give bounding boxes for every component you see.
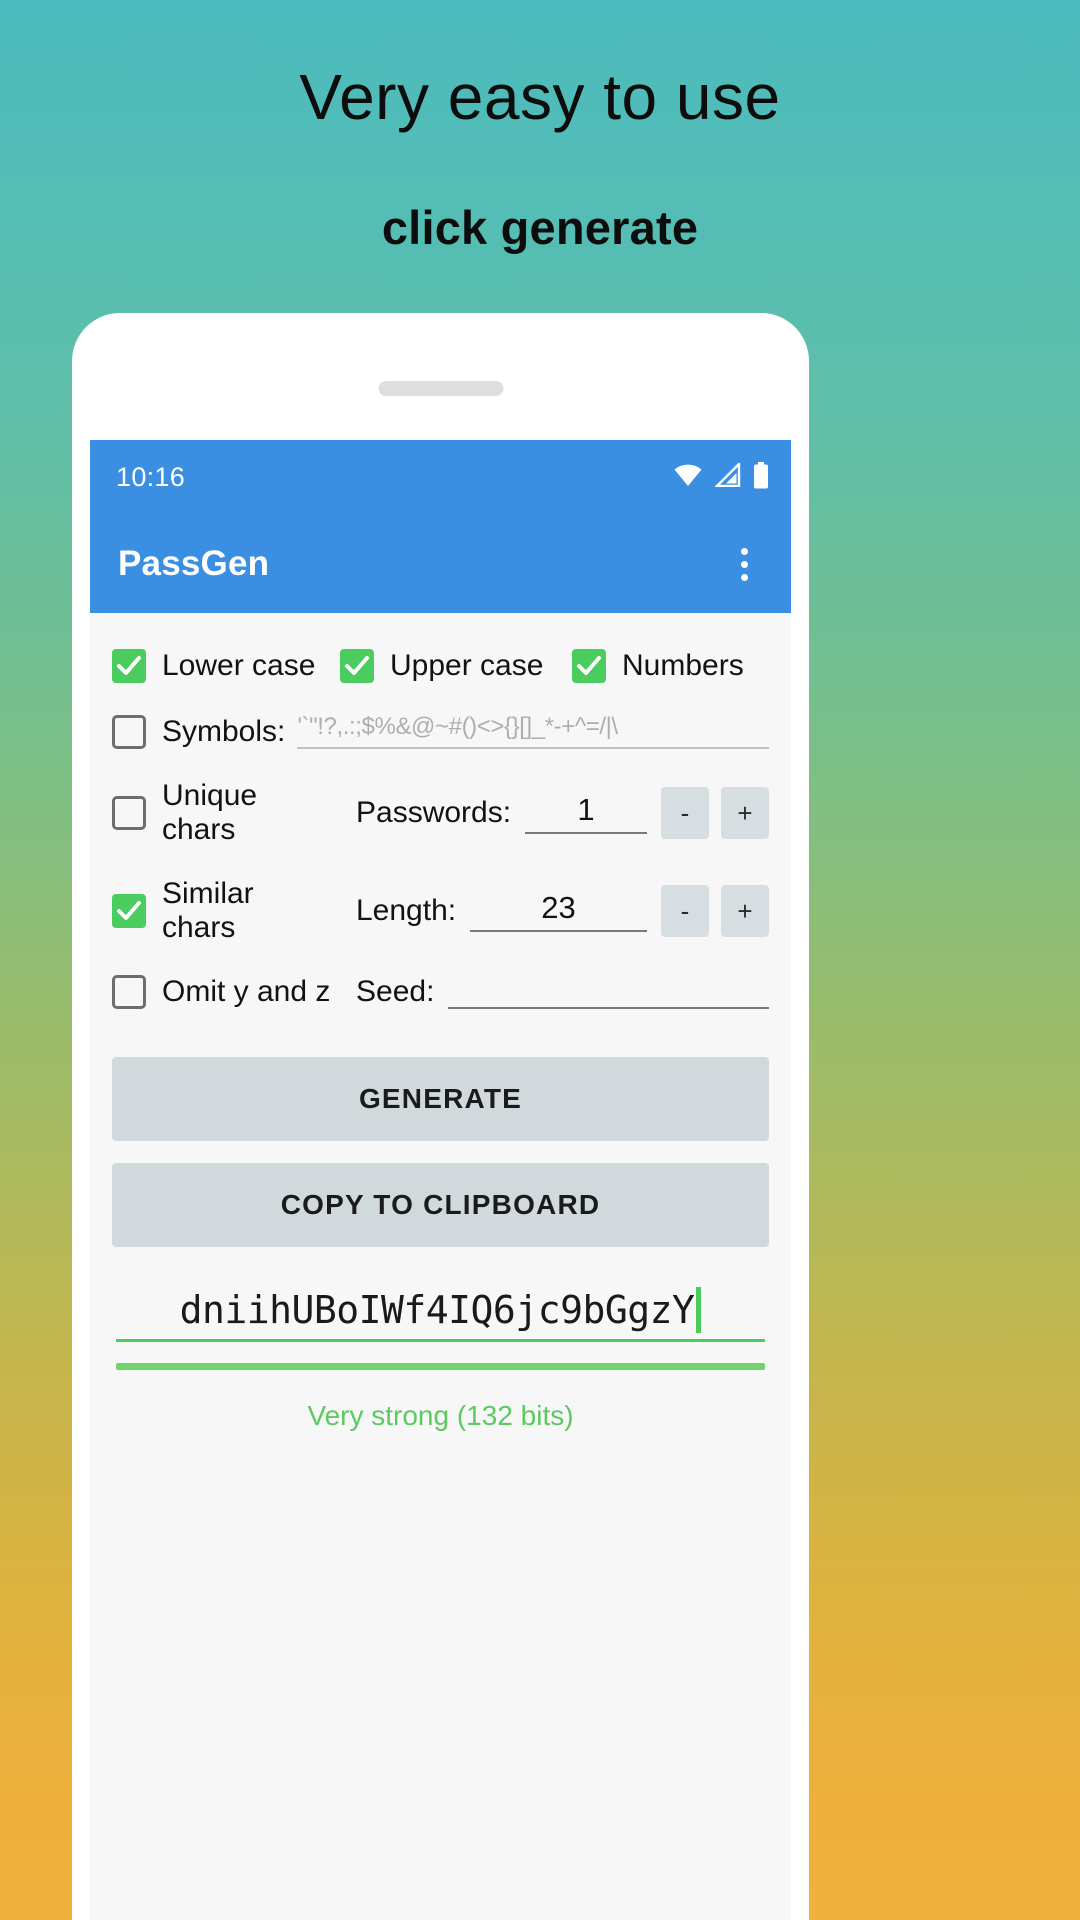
- length-increment-button[interactable]: +: [721, 885, 769, 937]
- length-input-value: 23: [541, 890, 576, 925]
- passwords-input-value: 1: [577, 792, 595, 827]
- checkbox-unique-chars-label: Unique chars: [162, 779, 258, 846]
- checkbox-omit-yz-label: Omit y and z: [162, 975, 331, 1008]
- checkbox-numbers-box[interactable]: [572, 649, 606, 683]
- phone-mockup: 10:16 PassGen Lower case Upper case Numb…: [72, 313, 809, 1920]
- password-result-area: dniihUBoIWf4IQ6jc9bGgzY Very strong (132…: [112, 1287, 769, 1432]
- length-stepper: - +: [661, 885, 769, 937]
- app-content: Lower case Upper case Numbers Symbols: '…: [90, 649, 791, 1920]
- checkbox-symbols-box[interactable]: [112, 715, 146, 749]
- promo-headline: Very easy to use: [299, 61, 781, 133]
- passwords-decrement-button[interactable]: -: [661, 787, 709, 839]
- checkbox-upper-case[interactable]: Upper case: [340, 649, 572, 683]
- status-bar: 10:16: [90, 440, 791, 515]
- passwords-count-row: Unique chars Passwords: 1 - +: [112, 779, 769, 847]
- symbols-input[interactable]: '`"!?,.:;$%&@~#()<>{}[]_*-+^=/|\: [297, 713, 769, 749]
- length-decrement-button[interactable]: -: [661, 885, 709, 937]
- seed-row: Omit y and z Seed:: [112, 975, 769, 1009]
- checkbox-upper-case-box[interactable]: [340, 649, 374, 683]
- app-title: PassGen: [118, 544, 270, 583]
- generated-password: dniihUBoIWf4IQ6jc9bGgzY: [179, 1288, 695, 1332]
- promo-banner: Very easy to use click generate: [0, 0, 1080, 300]
- phone-screen: 10:16 PassGen Lower case Upper case Numb…: [90, 440, 791, 1920]
- status-bar-clock: 10:16: [116, 462, 186, 492]
- battery-icon: [753, 461, 769, 494]
- phone-speaker-grille: [378, 381, 503, 396]
- password-strength-bar: [116, 1363, 765, 1370]
- password-output-field[interactable]: dniihUBoIWf4IQ6jc9bGgzY: [116, 1287, 765, 1342]
- passwords-field-label: Passwords:: [356, 796, 512, 829]
- checkbox-similar-chars-box[interactable]: [112, 894, 146, 928]
- generate-button-wrapper: GENERATE: [112, 1057, 769, 1141]
- copy-to-clipboard-button[interactable]: COPY TO CLIPBOARD: [112, 1163, 769, 1247]
- length-row: Similar chars Length: 23 - +: [112, 877, 769, 945]
- checkbox-lower-case[interactable]: Lower case: [112, 649, 340, 683]
- passwords-input[interactable]: 1: [525, 792, 647, 834]
- seed-field-label: Seed:: [356, 975, 435, 1008]
- overflow-menu-icon[interactable]: [721, 535, 767, 593]
- symbols-label: Symbols:: [162, 715, 286, 748]
- password-strength-label: Very strong (132 bits): [307, 1400, 574, 1431]
- status-bar-icons: [673, 461, 769, 494]
- length-field-label: Length:: [356, 894, 457, 927]
- checkbox-omit-yz-box[interactable]: [112, 975, 146, 1009]
- symbols-input-value: '`"!?,.:;$%&@~#()<>{}[]_*-+^=/|\: [297, 713, 618, 740]
- seed-input[interactable]: [448, 975, 769, 1009]
- checkbox-lower-case-box[interactable]: [112, 649, 146, 683]
- generate-button[interactable]: GENERATE: [112, 1057, 769, 1141]
- checkbox-numbers[interactable]: Numbers: [572, 649, 744, 683]
- passwords-stepper: - +: [661, 787, 769, 839]
- charset-options-row: Lower case Upper case Numbers: [112, 649, 769, 683]
- promo-subheadline: click generate: [381, 201, 699, 255]
- wifi-icon: [673, 463, 703, 492]
- checkbox-lower-case-label: Lower case: [162, 649, 316, 682]
- symbols-row: Symbols: '`"!?,.:;$%&@~#()<>{}[]_*-+^=/|…: [112, 713, 769, 749]
- text-cursor: [696, 1287, 702, 1333]
- length-input[interactable]: 23: [470, 890, 647, 932]
- checkbox-upper-case-label: Upper case: [390, 649, 544, 682]
- passwords-increment-button[interactable]: +: [721, 787, 769, 839]
- checkbox-similar-chars-label: Similar chars: [162, 877, 254, 944]
- copy-button-wrapper: COPY TO CLIPBOARD: [112, 1163, 769, 1247]
- checkbox-numbers-label: Numbers: [622, 649, 744, 682]
- checkbox-unique-chars-box[interactable]: [112, 796, 146, 830]
- app-bar: PassGen: [90, 515, 791, 613]
- cellular-signal-icon: [714, 461, 741, 492]
